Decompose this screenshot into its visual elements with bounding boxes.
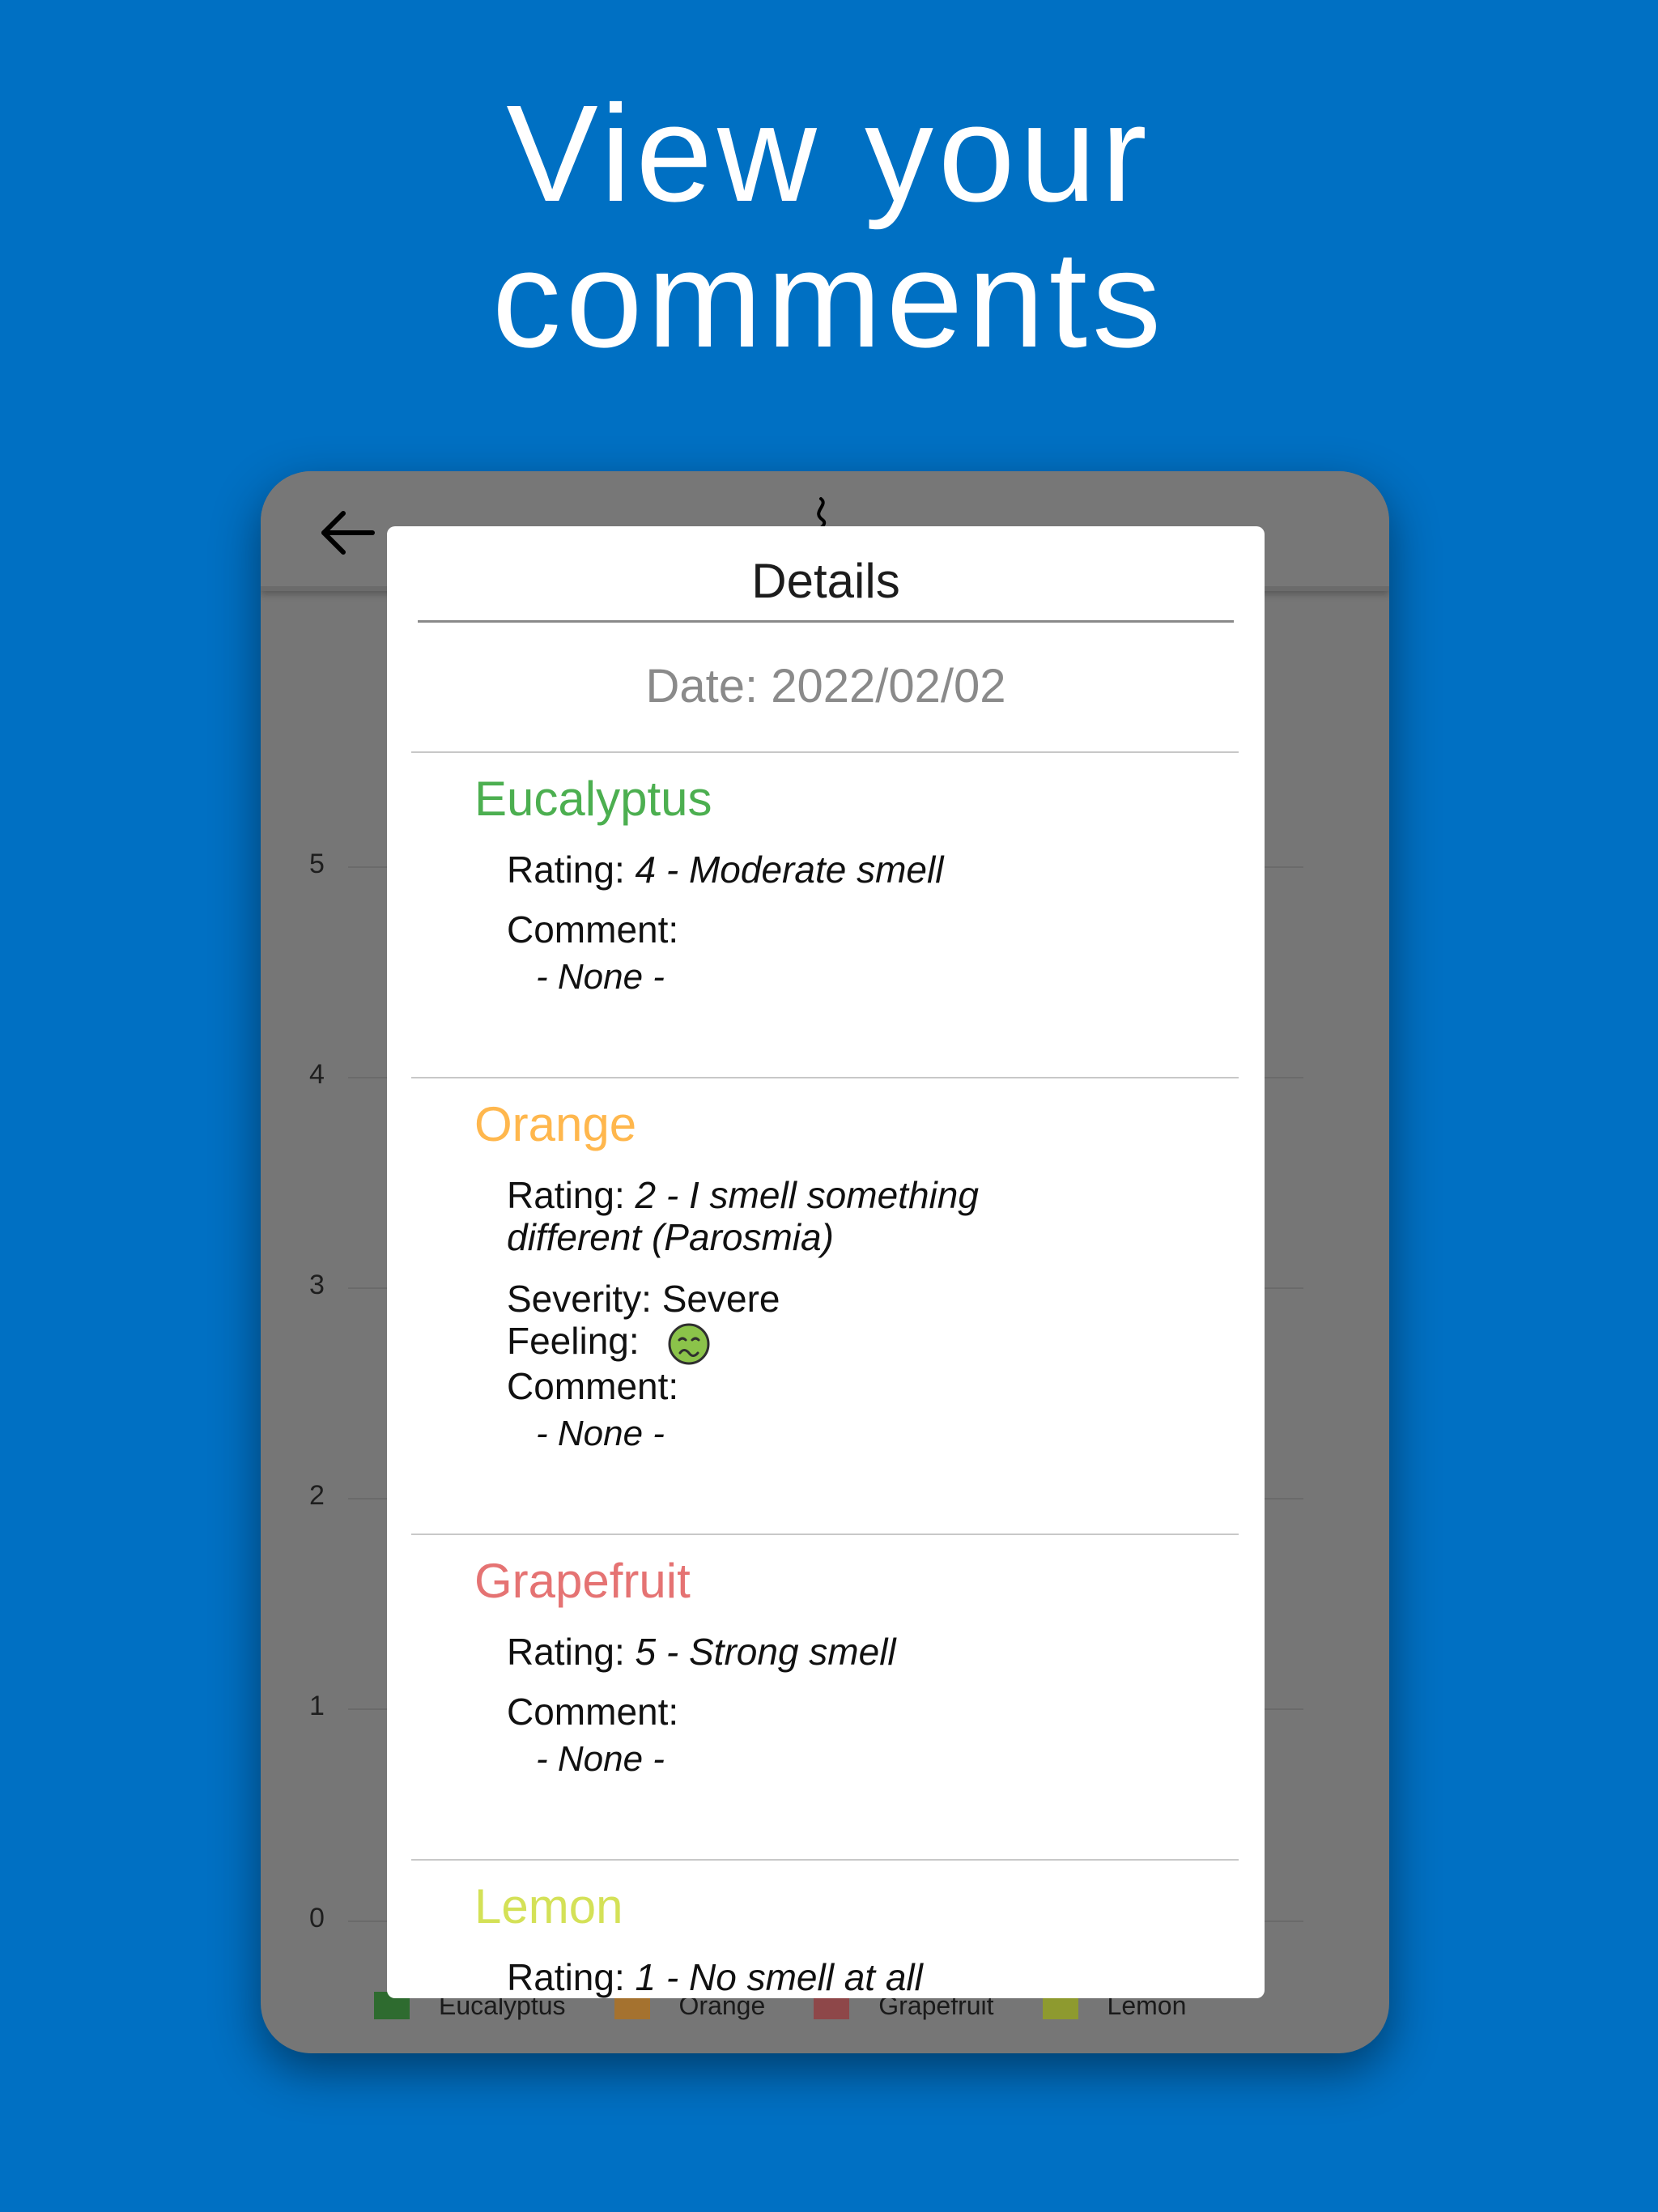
details-date: Date: 2022/02/02 [645,660,1006,713]
feeling-row: Feeling: [507,1320,711,1366]
scent-name-grapefruit: Grapefruit [474,1554,691,1608]
rating-row: Rating: 1 - No smell at all [507,1956,923,1998]
severity-row: Severity: Severe [507,1278,780,1320]
scent-name-eucalyptus: Eucalyptus [474,772,712,826]
comment-label: Comment: [507,1691,679,1733]
y-tick-label: 3 [309,1270,325,1300]
rating-label: Rating: [507,849,625,891]
comment-label: Comment: [507,1365,679,1407]
headline: View your comments [0,81,1658,372]
y-tick-label: 2 [309,1480,325,1511]
scent-name-orange: Orange [474,1097,637,1151]
y-tick-label: 5 [309,849,325,879]
rating-value: 1 - No smell at all [635,1956,923,1998]
rating-value: 5 - Strong smell [635,1631,896,1673]
headline-line-1: View your [506,77,1152,231]
comment-value: - None - [536,1414,665,1453]
rating-label: Rating: [507,1956,625,1998]
rating-row: Rating: 5 - Strong smell [507,1631,896,1673]
y-tick-label: 1 [309,1691,325,1721]
feeling-label: Feeling: [507,1320,640,1362]
y-tick-label: 0 [309,1903,325,1933]
divider [411,1077,1239,1078]
y-tick-label: 4 [309,1059,325,1090]
dialog-title: Details [418,549,1234,623]
scent-name-lemon: Lemon [474,1879,623,1933]
divider [411,751,1239,753]
divider [411,1534,1239,1535]
comment-value: - None - [536,1739,665,1779]
headline-line-2: comments [491,223,1167,376]
rating-value: 4 - Moderate smell [635,849,944,891]
divider [411,1859,1239,1861]
rating-row: Rating: 2 - I smell something [507,1174,979,1216]
rating-label: Rating: [507,1631,625,1673]
comment-label: Comment: [507,908,679,951]
comment-value: - None - [536,957,665,997]
details-dialog: Details Date: 2022/02/02 Eucalyptus Rati… [387,526,1265,1998]
rating-label: Rating: [507,1174,625,1216]
rating-row: Rating: 4 - Moderate smell [507,849,943,891]
rating-value: 2 - I smell something [635,1174,979,1216]
back-arrow-icon[interactable] [319,510,376,555]
rating-value-continued: different (Parosmia) [507,1216,834,1258]
nauseated-face-icon [668,1323,710,1365]
